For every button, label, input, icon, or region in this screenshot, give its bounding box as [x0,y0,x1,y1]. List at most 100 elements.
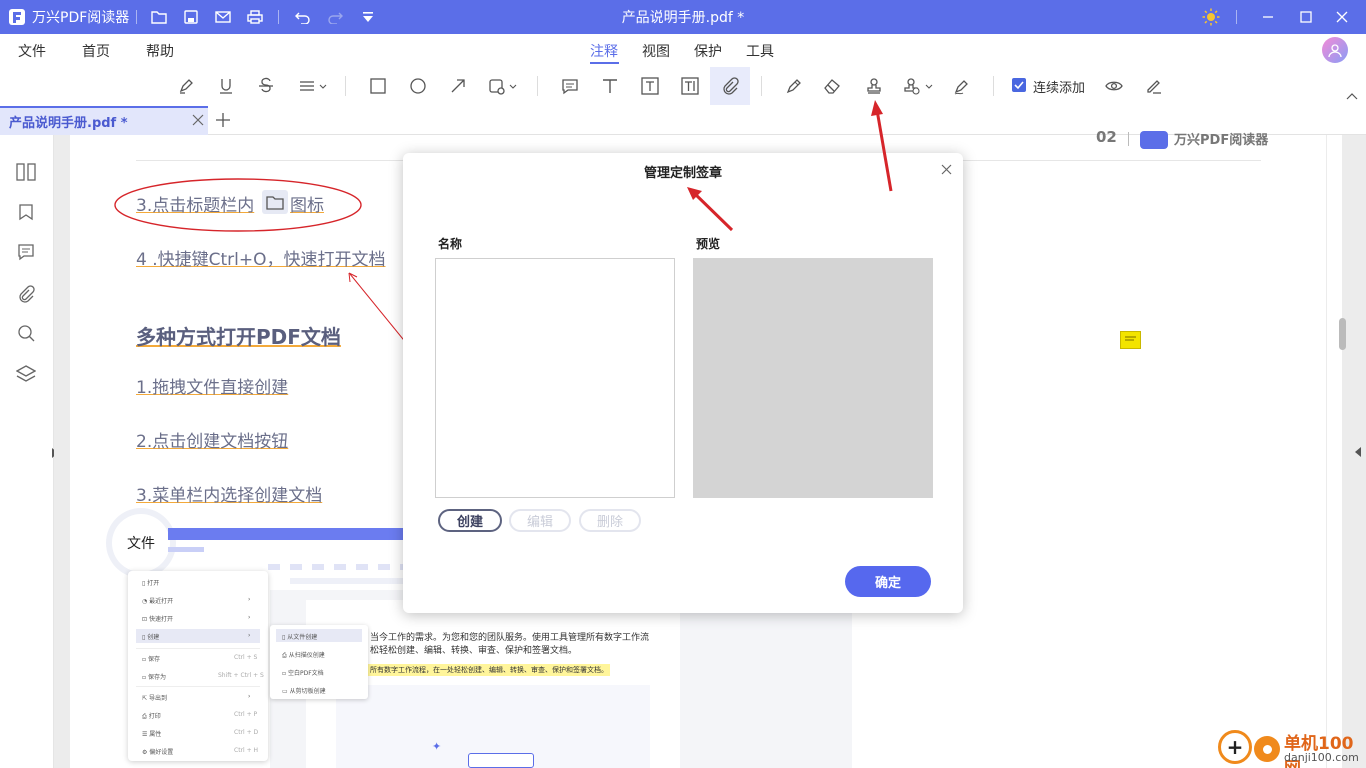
expand-right-panel-icon[interactable] [1355,446,1363,457]
mini-submenu-from-file: 从文件创建 [287,634,318,641]
file-bubble: 文件 [112,514,170,572]
close-tab-icon[interactable] [192,114,206,128]
red-line-arrow-annotation[interactable] [340,266,410,348]
divider [136,10,137,24]
divider [136,686,260,687]
show-annotations-eye-icon[interactable] [1100,73,1128,99]
shape-dropdown-icon[interactable] [486,73,520,99]
mini-file-menu: ▯ 打开 ◔ 最近打开 › ⊡ 快速打开 › ▯ 创建 › ▫ 保存 Ctrl + S… [128,571,268,761]
callout-icon[interactable] [676,73,704,99]
text-box-icon[interactable] [636,73,664,99]
red-ellipse-annotation[interactable] [110,176,366,234]
mail-icon[interactable] [214,8,232,26]
mini-submenu-from-clipboard: 从剪切板创建 [289,688,326,695]
illustration-highlight: 所有数字工作流程，在一处轻松创建、编辑、转换、审查、保护和签署文档。 [368,664,610,676]
underline-icon[interactable] [212,73,240,99]
sticky-note-icon[interactable] [1120,331,1141,349]
text-icon[interactable] [596,73,624,99]
illustration-text-2: 松轻松创建、编辑、转换、审查、保护和签署文档。 [370,646,578,656]
collapse-toolbar-icon[interactable] [1346,90,1360,102]
mini-menu-preferences: 偏好设置 [149,749,174,756]
tab-protect[interactable]: 保护 [694,41,722,61]
continuous-add-checkbox[interactable] [1012,78,1026,92]
manage-custom-stamp-dialog: 管理定制签章 名称 预览 创建 编辑 删除 确定 [403,153,963,613]
scrollbar-thumb[interactable] [1339,318,1346,350]
mini-menu-export: 导出到 [148,695,167,702]
theme-sun-icon[interactable] [1202,8,1220,26]
rectangle-icon[interactable] [364,73,392,99]
divider [1128,132,1129,146]
comments-panel-icon[interactable] [14,240,38,264]
illustration-tabs [268,564,404,570]
maximize-icon[interactable] [1298,8,1314,26]
eraser-icon[interactable] [818,73,846,99]
mini-menu-properties: 属性 [149,731,162,738]
tab-tools[interactable]: 工具 [746,41,774,61]
stamp-name-list[interactable] [435,258,675,498]
stamp-icon[interactable] [860,73,888,99]
mini-menu-save-as: 保存为 [147,674,166,681]
comment-icon[interactable] [556,73,584,99]
layers-icon[interactable] [14,362,38,386]
search-icon[interactable] [14,321,38,345]
quick-access-dropdown-icon[interactable] [360,8,376,26]
mini-shortcut-print: Ctrl + P [234,711,258,718]
bookmark-icon[interactable] [14,200,38,224]
line-style-dropdown-icon[interactable] [296,73,330,99]
menu-bar [0,34,1366,67]
tab-annotate[interactable]: 注释 [590,41,618,61]
menu-file[interactable]: 文件 [18,41,46,61]
watermark-logo-dot [1254,736,1280,762]
create-button[interactable]: 创建 [438,509,502,532]
mini-submenu-blank: 空白PDF文档 [287,670,324,677]
delete-button[interactable]: 删除 [579,509,641,532]
name-label: 名称 [438,237,463,251]
active-tab-indicator [590,62,619,64]
ellipse-icon[interactable] [404,73,432,99]
mini-shortcut-properties: Ctrl + D [234,729,259,736]
doc-item-1: 1.拖拽文件直接创建 [136,378,289,398]
mini-menu-recent: 最近打开 [149,598,174,605]
ok-button[interactable]: 确定 [845,566,931,597]
pencil-icon[interactable] [780,73,808,99]
divider [278,10,279,24]
arrow-icon[interactable] [444,73,472,99]
preview-label: 预览 [696,237,721,251]
thumbnails-icon[interactable] [14,160,38,184]
divider [993,76,994,96]
close-window-icon[interactable] [1334,8,1350,26]
scrollbar-track[interactable] [1327,135,1342,768]
attachment-icon[interactable] [716,73,744,99]
doc-heading: 多种方式打开PDF文档 [136,325,341,349]
edit-annotation-icon[interactable] [1140,73,1168,99]
open-folder-icon[interactable] [150,8,168,26]
minimize-icon[interactable] [1260,8,1276,26]
divider [761,76,762,96]
illustration-text-1: 当今工作的需求。为您和您的团队服务。使用工具管理所有数字工作流 [370,633,650,643]
highlight-icon[interactable] [172,73,200,99]
undo-icon[interactable] [294,8,312,26]
dialog-close-icon[interactable] [941,164,953,176]
stamp-preview-area [693,258,933,498]
mini-menu-create: 创建 [147,634,160,641]
signature-icon[interactable] [948,73,976,99]
edit-button[interactable]: 编辑 [509,509,571,532]
save-icon[interactable] [182,8,200,26]
tab-view[interactable]: 视图 [642,41,670,61]
divider [1236,10,1237,24]
page-header-number: 02 [1096,128,1117,146]
window-title: 产品说明手册.pdf * [621,10,745,26]
page-header-brand: 万兴PDF阅读器 [1174,133,1269,148]
sparkle-icon: ✦ [432,740,442,753]
menu-help[interactable]: 帮助 [146,41,174,61]
attachments-panel-icon[interactable] [14,282,38,306]
red-arrow-dialog-title [687,187,734,232]
user-avatar[interactable] [1322,37,1348,63]
menu-home[interactable]: 首页 [82,41,110,61]
new-tab-plus-icon[interactable] [215,112,231,128]
redo-icon[interactable] [326,8,344,26]
mini-submenu-from-scanner: 从扫描仪创建 [288,652,325,659]
print-icon[interactable] [246,8,264,26]
custom-stamp-dropdown-icon[interactable] [900,73,936,99]
strikethrough-icon[interactable] [252,73,280,99]
